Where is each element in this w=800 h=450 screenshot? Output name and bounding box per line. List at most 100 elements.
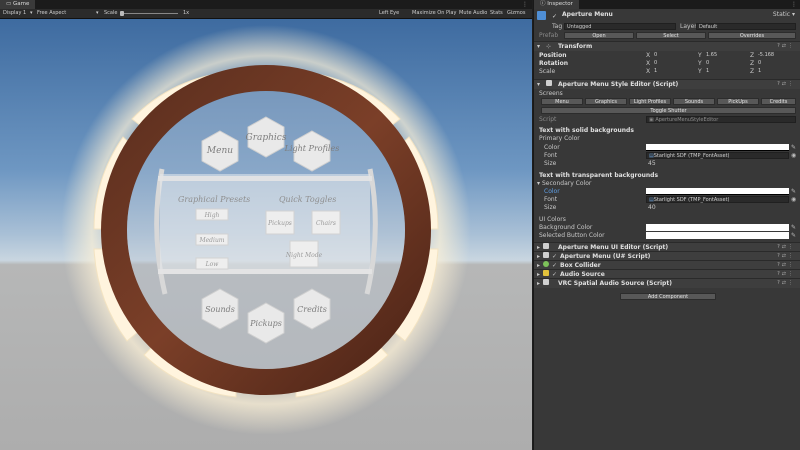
toggle-night-mode-label: Night Mode: [285, 252, 323, 259]
background-color-swatch[interactable]: [646, 224, 789, 231]
primary-font-field[interactable]: ▤Starlight SDF (TMP_FontAsset): [646, 152, 789, 159]
preset-low-label: Low: [205, 261, 220, 268]
box-collider-icon: [543, 261, 549, 267]
screen-sounds-button[interactable]: Sounds: [673, 98, 715, 105]
game-viewport[interactable]: Menu Graphics Light Profiles Graphical P…: [0, 19, 532, 450]
screen-graphics-button[interactable]: Graphics: [585, 98, 627, 105]
rotation-z-field[interactable]: 0: [756, 60, 796, 67]
layer-value: Default: [699, 24, 718, 30]
secondary-size-label: Size: [544, 204, 557, 211]
tab-inspector[interactable]: ⓘ Inspector: [534, 0, 579, 9]
screen-light-profiles-button[interactable]: Light Profiles: [629, 98, 671, 105]
primary-size-label: Size: [544, 160, 557, 167]
preset-medium-label: Medium: [198, 237, 224, 244]
selected-button-color-swatch[interactable]: [646, 232, 789, 239]
stats-toggle[interactable]: Stats: [490, 9, 503, 18]
transform-icon: ⊹: [546, 43, 552, 50]
game-toolbar: Display 1 ▾ Free Aspect ▾ Scale 1x Left …: [0, 9, 532, 19]
eye-dropdown[interactable]: Left Eye: [379, 9, 399, 18]
inspector-menu-icon[interactable]: ⋮: [791, 0, 797, 9]
scale-y-field[interactable]: 1: [704, 68, 748, 75]
display-chevron-icon: ▾: [30, 10, 33, 16]
scale-slider-handle[interactable]: [120, 11, 124, 16]
tab-game-label: Game: [12, 1, 30, 7]
tag-value: Untagged: [567, 24, 592, 30]
secondary-font-field[interactable]: ▤Starlight SDF (TMP_FontAsset): [646, 196, 789, 203]
preset-high-label: High: [204, 212, 220, 219]
component-actions-icon[interactable]: ?⇄⋮: [777, 42, 795, 51]
rotation-y-field[interactable]: 0: [704, 60, 748, 67]
tag-dropdown[interactable]: Untagged: [564, 23, 676, 30]
secondary-size-field[interactable]: 40: [648, 203, 656, 212]
gizmos-dropdown[interactable]: Gizmos: [507, 9, 525, 18]
screen-credits-button[interactable]: Credits: [761, 98, 796, 105]
transform-header[interactable]: ▾ ⊹ Transform ?⇄⋮: [534, 41, 800, 51]
static-toggle[interactable]: Static ▾: [773, 10, 795, 19]
component-vrc-spatial-audio[interactable]: ▸ VRC Spatial Audio Source (Script) ?⇄⋮: [534, 278, 800, 288]
expand-chevron-icon: ▾: [537, 81, 541, 88]
script-icon: [543, 243, 549, 249]
transform-title: Transform: [558, 43, 593, 50]
screen-menu-button[interactable]: Menu: [541, 98, 583, 105]
style-editor-header[interactable]: ▾ Aperture Menu Style Editor (Script) ?⇄…: [534, 79, 800, 89]
inspector-tab-bar: ⓘ Inspector ⋮: [534, 0, 800, 9]
panel-menu-icon[interactable]: ⋮: [522, 0, 528, 9]
primary-color-swatch[interactable]: [646, 144, 789, 151]
eyedropper-icon[interactable]: ✎: [791, 231, 796, 240]
graphical-presets-title: Graphical Presets: [178, 195, 250, 204]
prefab-overrides-dropdown[interactable]: Overrides: [708, 32, 796, 39]
rotation-x-field[interactable]: 0: [652, 60, 696, 67]
prefab-select-button[interactable]: Select: [636, 32, 706, 39]
collapse-chevron-icon: ▸: [537, 280, 541, 287]
position-y-field[interactable]: 1.65: [704, 52, 748, 59]
component-actions-icon[interactable]: ?⇄⋮: [777, 80, 795, 89]
layer-dropdown[interactable]: Default: [696, 23, 796, 30]
prefab-label: Prefab: [539, 32, 559, 39]
primary-size-field[interactable]: 45: [648, 159, 656, 168]
object-name-field[interactable]: Aperture Menu: [562, 10, 613, 19]
active-checkbox[interactable]: ✓: [552, 12, 557, 21]
prefab-row: Prefab Open Select Overrides: [534, 31, 800, 40]
primary-color-label: Primary Color: [539, 135, 580, 142]
script-icon: [546, 80, 552, 86]
scale-z-field[interactable]: 1: [756, 68, 796, 75]
inspector-panel: ⓘ Inspector ⋮ ✓ Aperture Menu Static ▾ T…: [533, 0, 800, 450]
toggle-shutter-button[interactable]: Toggle Shutter: [541, 107, 796, 114]
hex-label-sounds: Sounds: [205, 305, 235, 314]
selected-button-color-row: Selected Button Color ✎: [534, 231, 800, 240]
screens-buttons-row: Menu Graphics Light Profiles Sounds Pick…: [534, 97, 800, 106]
hex-label-menu: Menu: [206, 146, 233, 156]
toggle-pickups-label: Pickups: [267, 220, 292, 227]
game-tab-icon: ▭: [6, 1, 13, 7]
script-icon: [543, 279, 549, 285]
position-z-field[interactable]: -5.168: [756, 52, 796, 59]
hex-label-credits: Credits: [297, 305, 327, 314]
component-actions-icon[interactable]: ?⇄⋮: [777, 279, 795, 288]
maximize-on-play-toggle[interactable]: Maximize On Play: [412, 9, 456, 18]
scale-slider[interactable]: [122, 13, 178, 14]
tab-game[interactable]: ▭ Game: [0, 0, 36, 9]
game-tab-bar: ▭ Game ⋮: [0, 0, 532, 9]
toggle-shutter-row: Toggle Shutter: [534, 106, 800, 115]
position-x-field[interactable]: 0: [652, 52, 696, 59]
add-component-button[interactable]: Add Component: [620, 293, 716, 300]
mute-audio-toggle[interactable]: Mute Audio: [459, 9, 487, 18]
scale-label: Scale: [539, 68, 556, 75]
aspect-dropdown[interactable]: Free Aspect: [37, 9, 66, 18]
style-editor-title: Aperture Menu Style Editor (Script): [558, 81, 679, 88]
script-icon: [543, 252, 549, 258]
secondary-color-swatch[interactable]: [646, 188, 789, 195]
game-panel: ▭ Game ⋮ Display 1 ▾ Free Aspect ▾ Scale…: [0, 0, 532, 450]
prefab-open-button[interactable]: Open: [564, 32, 634, 39]
scale-x-label: X: [646, 68, 651, 75]
screen-pickups-button[interactable]: PickUps: [717, 98, 759, 105]
scale-value: 1x: [183, 10, 190, 16]
scale-label: Scale: [104, 10, 118, 16]
script-value: ApertureMenuStyleEditor: [655, 117, 719, 123]
script-label: Script: [539, 116, 557, 123]
hex-label-light-profiles: Light Profiles: [284, 144, 340, 153]
display-dropdown[interactable]: Display 1: [3, 9, 26, 18]
scale-x-field[interactable]: 1: [652, 68, 696, 75]
add-component-row: Add Component: [534, 292, 800, 301]
tab-inspector-label: Inspector: [547, 1, 573, 7]
